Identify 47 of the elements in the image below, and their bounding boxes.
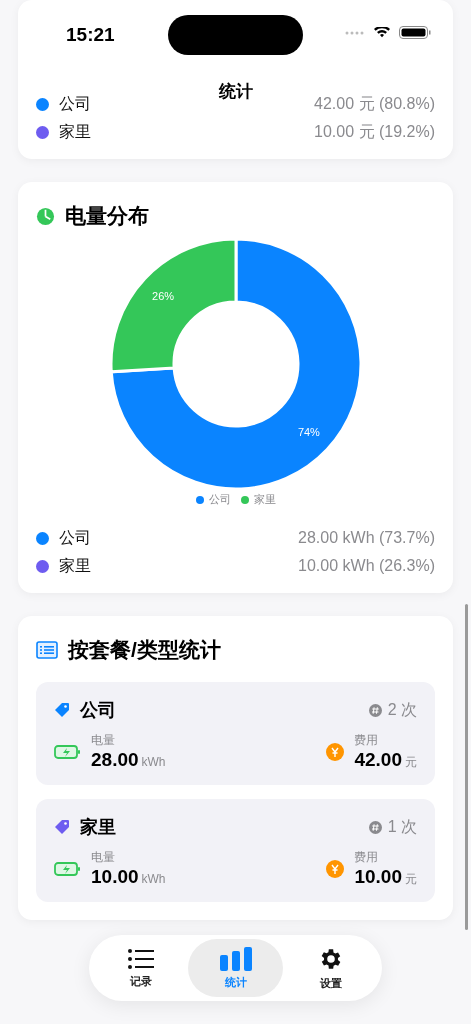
legend-marker (195, 495, 204, 504)
battery-icon (399, 26, 431, 39)
legend-value: 10.00 kWh (26.3%) (298, 557, 435, 575)
chart-legend-label: 公司 (208, 492, 231, 507)
legend-name: 家里 (59, 121, 91, 142)
type-name: 家里 (80, 816, 116, 839)
unit-label: kWh (141, 872, 166, 886)
status-time: 15:21 (66, 24, 115, 46)
cost-value: 42.00 (354, 749, 402, 771)
energy-value: 28.00 (91, 749, 139, 771)
stat-label: 费用 (354, 849, 380, 866)
nav-title: 统计 (217, 81, 254, 103)
legend-value: 42.00 元 (80.8%) (314, 93, 435, 114)
usage-count: 1 次 (387, 816, 417, 837)
unit-label: kWh (141, 755, 166, 769)
number-sign-icon (368, 820, 382, 834)
energy-value: 10.00 (91, 866, 139, 888)
number-sign-icon (368, 703, 382, 717)
cost-value: 10.00 (354, 866, 402, 888)
tab[interactable]: 设置 (283, 939, 378, 997)
legend-marker (240, 495, 249, 504)
unit-label: 元 (405, 871, 417, 888)
yen-coin-icon (326, 742, 345, 761)
stat-label: 电量 (91, 849, 116, 866)
unit-label: 元 (405, 754, 417, 771)
card-title: 电量分布 (65, 203, 149, 229)
legend-name: 公司 (59, 527, 91, 548)
stat-label: 电量 (91, 732, 116, 749)
card-title: 按套餐/类型统计 (68, 637, 221, 663)
wifi-icon (373, 26, 391, 39)
legend-name: 公司 (59, 93, 91, 114)
tab[interactable]: 记录 (93, 939, 188, 997)
bar-chart-icon (219, 946, 252, 971)
battery-charging-icon (54, 744, 81, 759)
usage-count: 2 次 (387, 699, 417, 720)
legend-value: 28.00 kWh (73.7%) (298, 529, 435, 547)
slice-label: 26% (151, 289, 174, 302)
list-icon (127, 947, 154, 970)
list-icon (36, 641, 58, 659)
battery-charging-icon (54, 861, 81, 876)
legend-value: 10.00 元 (19.2%) (314, 121, 435, 142)
legend-name: 家里 (59, 555, 91, 576)
yen-coin-icon (326, 859, 345, 878)
chart-legend-label: 家里 (253, 492, 276, 507)
stat-label: 费用 (354, 732, 380, 749)
type-name: 公司 (80, 699, 116, 722)
slice-label: 74% (297, 426, 320, 439)
